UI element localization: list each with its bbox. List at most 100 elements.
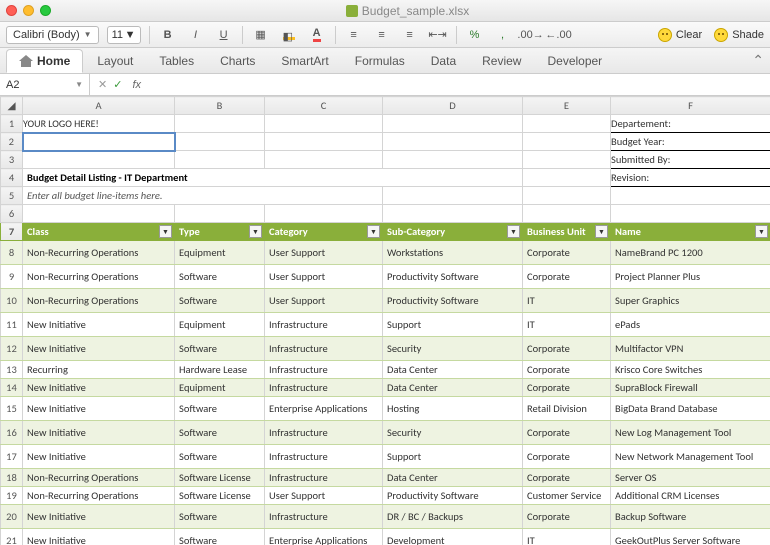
- table-column-header[interactable]: Category▼: [265, 223, 383, 241]
- border-button[interactable]: ▦: [251, 26, 271, 44]
- filter-dropdown-icon[interactable]: ▼: [159, 225, 172, 238]
- table-row[interactable]: 8Non-Recurring OperationsEquipmentUser S…: [1, 241, 770, 265]
- row-header[interactable]: 14: [1, 379, 23, 397]
- ribbon-tab-data[interactable]: Data: [419, 50, 468, 72]
- cell[interactable]: Software: [175, 397, 265, 421]
- table-row[interactable]: 15New InitiativeSoftwareEnterprise Appli…: [1, 397, 770, 421]
- cell[interactable]: Productivity Software: [383, 487, 523, 505]
- cell[interactable]: New Initiative: [23, 445, 175, 469]
- row-header[interactable]: 12: [1, 337, 23, 361]
- cell[interactable]: Revision:: [611, 169, 770, 187]
- table-column-header[interactable]: Sub-Category▼: [383, 223, 523, 241]
- bold-button[interactable]: B: [158, 26, 178, 44]
- cell[interactable]: Corporate: [523, 469, 611, 487]
- row-header[interactable]: 9: [1, 265, 23, 289]
- cell[interactable]: Backup Software: [611, 505, 770, 529]
- cell[interactable]: GeekOutPlus Server Software: [611, 529, 770, 545]
- cell[interactable]: Infrastructure: [265, 337, 383, 361]
- cell[interactable]: YOUR LOGO HERE!: [23, 115, 175, 133]
- cell[interactable]: Equipment: [175, 313, 265, 337]
- cell[interactable]: Corporate: [523, 421, 611, 445]
- cell[interactable]: New Initiative: [23, 505, 175, 529]
- cell[interactable]: Support: [383, 313, 523, 337]
- cell[interactable]: New Initiative: [23, 337, 175, 361]
- cell[interactable]: Corporate: [523, 337, 611, 361]
- cell[interactable]: Multifactor VPN: [611, 337, 770, 361]
- cell[interactable]: Security: [383, 421, 523, 445]
- font-color-button[interactable]: A: [307, 26, 327, 44]
- cell[interactable]: Super Graphics: [611, 289, 770, 313]
- ribbon-tab-layout[interactable]: Layout: [85, 50, 145, 72]
- cell[interactable]: Project Planner Plus: [611, 265, 770, 289]
- cell[interactable]: Infrastructure: [265, 469, 383, 487]
- sheet-subtitle[interactable]: Enter all budget line-items here.: [23, 187, 383, 205]
- table-row[interactable]: 12New InitiativeSoftwareInfrastructureSe…: [1, 337, 770, 361]
- ribbon-tab-home[interactable]: Home: [6, 49, 83, 73]
- cell[interactable]: Software: [175, 265, 265, 289]
- row-header[interactable]: 20: [1, 505, 23, 529]
- window-zoom-icon[interactable]: [40, 5, 51, 16]
- cell[interactable]: Corporate: [523, 505, 611, 529]
- cell[interactable]: Non-Recurring Operations: [23, 487, 175, 505]
- cell[interactable]: Non-Recurring Operations: [23, 241, 175, 265]
- cell[interactable]: Hosting: [383, 397, 523, 421]
- col-header[interactable]: B: [175, 97, 265, 115]
- row-header[interactable]: 2: [1, 133, 23, 151]
- cell[interactable]: New Log Management Tool: [611, 421, 770, 445]
- row-header[interactable]: 3: [1, 151, 23, 169]
- cell[interactable]: Data Center: [383, 361, 523, 379]
- cell[interactable]: Krisco Core Switches: [611, 361, 770, 379]
- table-row[interactable]: 10Non-Recurring OperationsSoftwareUser S…: [1, 289, 770, 313]
- cell[interactable]: User Support: [265, 265, 383, 289]
- cell[interactable]: New Initiative: [23, 379, 175, 397]
- cell[interactable]: Productivity Software: [383, 289, 523, 313]
- cell[interactable]: Software: [175, 529, 265, 545]
- filter-dropdown-icon[interactable]: ▼: [507, 225, 520, 238]
- table-column-header[interactable]: Class▼: [23, 223, 175, 241]
- col-header[interactable]: F: [611, 97, 770, 115]
- table-row[interactable]: 13RecurringHardware LeaseInfrastructureD…: [1, 361, 770, 379]
- cell[interactable]: Customer Service: [523, 487, 611, 505]
- ribbon-tab-developer[interactable]: Developer: [535, 50, 614, 72]
- accept-formula-icon[interactable]: ✓: [113, 78, 122, 91]
- table-row[interactable]: 14New InitiativeEquipmentInfrastructureD…: [1, 379, 770, 397]
- cell[interactable]: Software License: [175, 469, 265, 487]
- row-header[interactable]: 5: [1, 187, 23, 205]
- table-row[interactable]: 9Non-Recurring OperationsSoftwareUser Su…: [1, 265, 770, 289]
- filter-dropdown-icon[interactable]: ▼: [249, 225, 262, 238]
- fill-color-button[interactable]: ◧: [279, 26, 299, 44]
- clear-button[interactable]: Clear: [676, 29, 702, 41]
- cell[interactable]: New Initiative: [23, 421, 175, 445]
- cell[interactable]: Software: [175, 337, 265, 361]
- cell[interactable]: Recurring: [23, 361, 175, 379]
- table-row[interactable]: 20New InitiativeSoftwareInfrastructureDR…: [1, 505, 770, 529]
- cell[interactable]: Software: [175, 421, 265, 445]
- row-header[interactable]: 6: [1, 205, 23, 223]
- currency-button[interactable]: ,: [493, 26, 513, 44]
- cell[interactable]: Workstations: [383, 241, 523, 265]
- cell[interactable]: Productivity Software: [383, 265, 523, 289]
- table-row[interactable]: 16New InitiativeSoftwareInfrastructureSe…: [1, 421, 770, 445]
- cell[interactable]: NameBrand PC 1200: [611, 241, 770, 265]
- cell[interactable]: Non-Recurring Operations: [23, 265, 175, 289]
- cell[interactable]: Corporate: [523, 379, 611, 397]
- shade-button[interactable]: Shade: [732, 29, 764, 41]
- cell[interactable]: Data Center: [383, 469, 523, 487]
- cell[interactable]: Infrastructure: [265, 505, 383, 529]
- number-format-button[interactable]: %: [465, 26, 485, 44]
- cell[interactable]: New Initiative: [23, 397, 175, 421]
- cell[interactable]: IT: [523, 289, 611, 313]
- font-family-select[interactable]: Calibri (Body)▼: [6, 26, 99, 44]
- cell[interactable]: IT: [523, 313, 611, 337]
- table-row[interactable]: 18Non-Recurring OperationsSoftware Licen…: [1, 469, 770, 487]
- row-header[interactable]: 10: [1, 289, 23, 313]
- cell[interactable]: Security: [383, 337, 523, 361]
- align-center-button[interactable]: ≡: [372, 26, 392, 44]
- align-right-button[interactable]: ≡: [400, 26, 420, 44]
- select-all-corner[interactable]: ◢: [1, 97, 23, 115]
- cell[interactable]: Development: [383, 529, 523, 545]
- cell[interactable]: Equipment: [175, 379, 265, 397]
- cell[interactable]: New Network Management Tool: [611, 445, 770, 469]
- cell[interactable]: Non-Recurring Operations: [23, 469, 175, 487]
- name-box[interactable]: A2▼: [0, 74, 90, 95]
